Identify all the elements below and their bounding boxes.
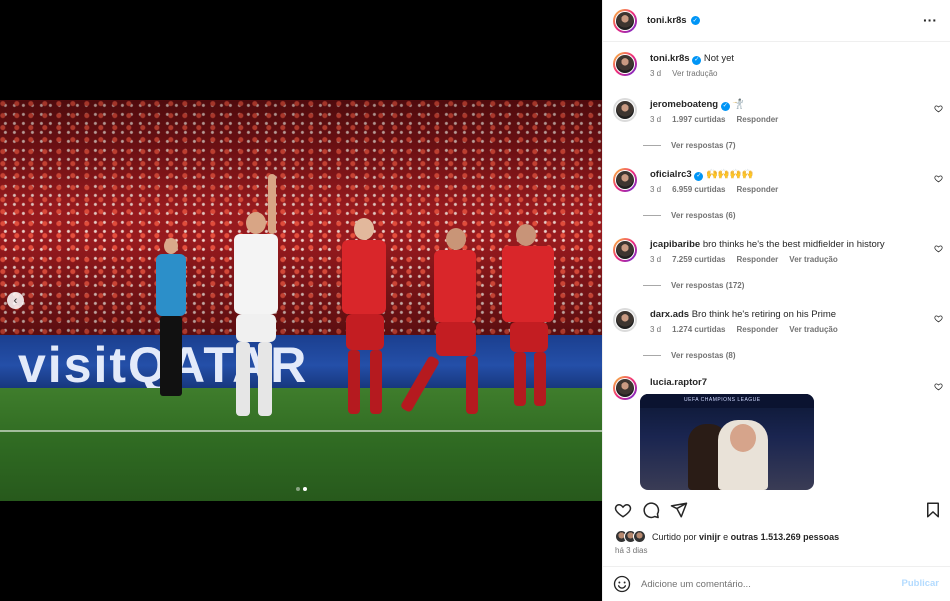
reply-button[interactable]: Responder	[737, 115, 779, 124]
verified-icon: ✓	[692, 55, 702, 65]
caption-translate-link[interactable]: Ver tradução	[672, 69, 717, 78]
publish-button[interactable]: Publicar	[902, 578, 940, 589]
author-name[interactable]: toni.kr8s	[647, 15, 687, 26]
comments-list[interactable]: toni.kr8s ✓ Not yet 3 d Ver tradução jer…	[603, 42, 950, 491]
verified-icon: ✓	[720, 101, 730, 111]
heart-icon[interactable]	[934, 104, 943, 113]
comment-text: 🙌🙌🙌🙌	[706, 169, 754, 180]
comment-username[interactable]: lucia.raptor7	[650, 377, 707, 388]
commenter-avatar[interactable]	[613, 98, 637, 122]
comment-username[interactable]: jeromeboateng	[650, 99, 718, 110]
slide-dot-active	[303, 487, 307, 491]
commenter-avatar[interactable]	[613, 376, 637, 400]
more-options-button[interactable]: ···	[923, 12, 937, 28]
comment-username[interactable]: jcapibaribe	[650, 239, 700, 250]
image-banner-text: UEFA CHAMPIONS LEAGUE	[684, 397, 761, 403]
heart-icon[interactable]	[934, 174, 943, 183]
post-actions	[603, 497, 950, 525]
post-photo[interactable]: visitQATAR	[0, 100, 602, 501]
pitch	[0, 388, 602, 501]
chevron-left-icon: ‹	[13, 294, 18, 307]
likes-connector: e	[723, 531, 729, 542]
comment-time[interactable]: 3 d	[650, 255, 661, 264]
author-avatar[interactable]	[613, 8, 637, 33]
heart-icon[interactable]	[934, 244, 943, 253]
comment-text: Bro think he's retiring on his Prime	[691, 309, 837, 320]
view-replies-button[interactable]: Ver respostas (6)	[643, 211, 735, 220]
translate-link[interactable]: Ver tradução	[789, 255, 837, 264]
bookmark-icon[interactable]	[924, 501, 942, 519]
comment-text: 🤺	[732, 99, 745, 110]
translate-link[interactable]: Ver tradução	[789, 325, 837, 334]
slide-indicator	[296, 487, 307, 491]
view-replies-label[interactable]: Ver respostas (6)	[671, 211, 735, 220]
author-avatar[interactable]	[613, 52, 637, 76]
commenter-avatar[interactable]	[613, 168, 637, 192]
send-icon[interactable]	[670, 501, 688, 519]
view-replies-label[interactable]: Ver respostas (8)	[671, 351, 735, 360]
caption-time[interactable]: 3 d	[650, 69, 661, 78]
caption-text: Not yet	[703, 53, 734, 64]
heart-icon[interactable]	[614, 501, 632, 519]
post-time[interactable]: há 3 dias	[615, 546, 647, 555]
comment-input[interactable]	[641, 578, 886, 590]
view-replies-button[interactable]: Ver respostas (172)	[643, 281, 744, 290]
view-replies-label[interactable]: Ver respostas (7)	[671, 141, 735, 150]
comment-text: bro thinks he's the best midfielder in h…	[702, 239, 885, 250]
heart-icon[interactable]	[934, 314, 943, 323]
verified-icon: ✓	[690, 16, 700, 25]
verified-icon: ✓	[694, 171, 704, 181]
author-username[interactable]: toni.kr8s ✓	[647, 15, 700, 26]
commenter-avatar[interactable]	[613, 238, 637, 262]
likes-summary[interactable]: Curtido por vinijr e outras 1.513.269 pe…	[615, 530, 839, 543]
comment-username[interactable]: oficialrc3	[650, 169, 692, 180]
comment-time[interactable]: 3 d	[650, 325, 661, 334]
heart-icon[interactable]	[934, 382, 943, 391]
comment-likes[interactable]: 1.274 curtidas	[672, 325, 725, 334]
reply-button[interactable]: Responder	[737, 255, 779, 264]
slide-dot	[296, 487, 300, 491]
post-side-panel: toni.kr8s ✓ ··· toni.kr8s ✓ Not yet 3 d …	[602, 0, 950, 601]
comment-icon[interactable]	[642, 501, 660, 519]
likes-others[interactable]: outras 1.513.269 pessoas	[731, 532, 840, 542]
image-face	[730, 424, 756, 452]
emoji-icon[interactable]	[613, 575, 631, 593]
commenter-avatar[interactable]	[613, 308, 637, 332]
likes-user[interactable]: vinijr	[699, 532, 721, 542]
more-icon: ···	[923, 12, 937, 28]
pitch-line	[0, 430, 602, 432]
comment-username[interactable]: darx.ads	[650, 309, 689, 320]
post-header: toni.kr8s ✓ ···	[603, 0, 950, 42]
likes-prefix: Curtido por	[652, 531, 697, 542]
view-replies-button[interactable]: Ver respostas (7)	[643, 141, 735, 150]
caption-username[interactable]: toni.kr8s	[650, 53, 690, 64]
view-replies-label[interactable]: Ver respostas (172)	[671, 281, 744, 290]
avatar	[633, 530, 646, 543]
comment-time[interactable]: 3 d	[650, 185, 661, 194]
post-modal: visitQATAR	[0, 0, 950, 601]
comment-time[interactable]: 3 d	[650, 115, 661, 124]
reply-button[interactable]: Responder	[737, 325, 779, 334]
comment-likes[interactable]: 7.259 curtidas	[672, 255, 725, 264]
previous-slide-button[interactable]: ‹	[7, 292, 24, 309]
reply-button[interactable]: Responder	[737, 185, 779, 194]
comment-image[interactable]: UEFA CHAMPIONS LEAGUE	[640, 394, 814, 490]
post-media[interactable]: visitQATAR	[0, 0, 602, 601]
add-comment-bar: Publicar	[603, 566, 950, 601]
comment-likes[interactable]: 1.997 curtidas	[672, 115, 725, 124]
comment-likes[interactable]: 6.959 curtidas	[672, 185, 725, 194]
view-replies-button[interactable]: Ver respostas (8)	[643, 351, 735, 360]
liker-avatars	[615, 530, 646, 543]
